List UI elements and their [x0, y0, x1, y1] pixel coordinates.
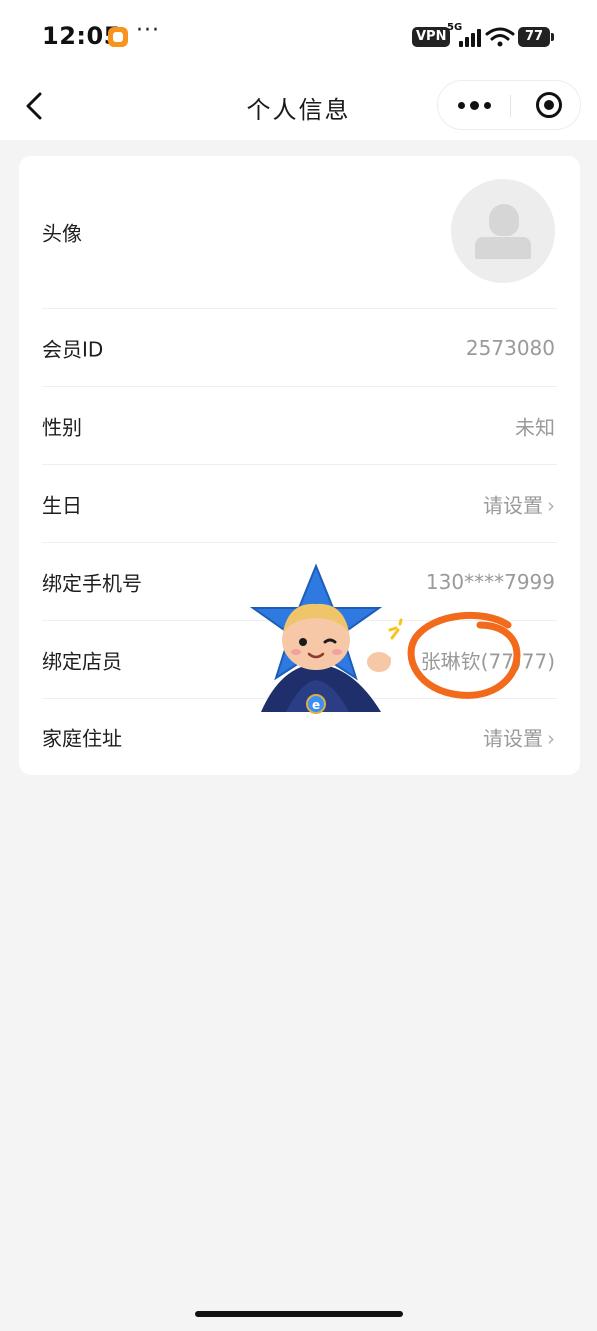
user-placeholder-icon[interactable] [451, 179, 555, 283]
address-label: 家庭住址 [42, 726, 122, 751]
gender-row[interactable]: 性别 未知 [42, 387, 557, 465]
member-id-label: 会员ID [42, 337, 104, 361]
gender-label: 性别 [42, 415, 82, 439]
target-circle-icon[interactable] [536, 92, 562, 118]
network-type: 5G [447, 22, 463, 33]
birthday-label: 生日 [42, 493, 82, 517]
cellular-signal-icon: 5G [447, 22, 481, 48]
phone-label: 绑定手机号 [42, 571, 142, 595]
chevron-right-icon: › [547, 493, 555, 517]
status-bar: 12:05 ··· VPN 5G 77 [0, 0, 597, 72]
clerk-label: 绑定店员 [42, 649, 122, 673]
svg-text:e: e [312, 698, 320, 712]
address-value-wrap: 请设置 › [483, 723, 555, 752]
phone-value: 130****7999 [425, 569, 555, 594]
sparkle-icon [388, 618, 403, 640]
birthday-value: 请设置 [483, 493, 543, 517]
gender-value: 未知 [515, 415, 555, 439]
member-id-value: 2573080 [465, 335, 555, 360]
address-value: 请设置 [483, 726, 543, 751]
member-id-row: 会员ID 2573080 [42, 309, 557, 387]
app-notification-icon [108, 27, 128, 47]
battery-icon: 77 [518, 27, 554, 47]
status-more-indicator: ··· [136, 18, 160, 43]
chevron-right-icon: › [547, 726, 555, 751]
more-dots-icon[interactable] [438, 81, 510, 129]
annotation-ring [407, 611, 521, 699]
home-indicator[interactable] [195, 1311, 403, 1317]
mascot-sticker-icon: e [249, 563, 391, 714]
birthday-value-wrap: 请设置 › [483, 489, 555, 518]
avatar-label: 头像 [42, 221, 82, 246]
capsule-divider [510, 95, 511, 117]
screen: 12:05 ··· VPN 5G 77 个人信息 头像 会员ID 2573080… [0, 0, 597, 1331]
vpn-badge: VPN [412, 27, 451, 47]
wifi-icon [485, 27, 515, 47]
nav-bar: 个人信息 [0, 72, 597, 140]
miniprogram-capsule [437, 80, 581, 130]
birthday-row[interactable]: 生日 请设置 › [42, 465, 557, 543]
avatar-row[interactable]: 头像 [42, 156, 557, 309]
